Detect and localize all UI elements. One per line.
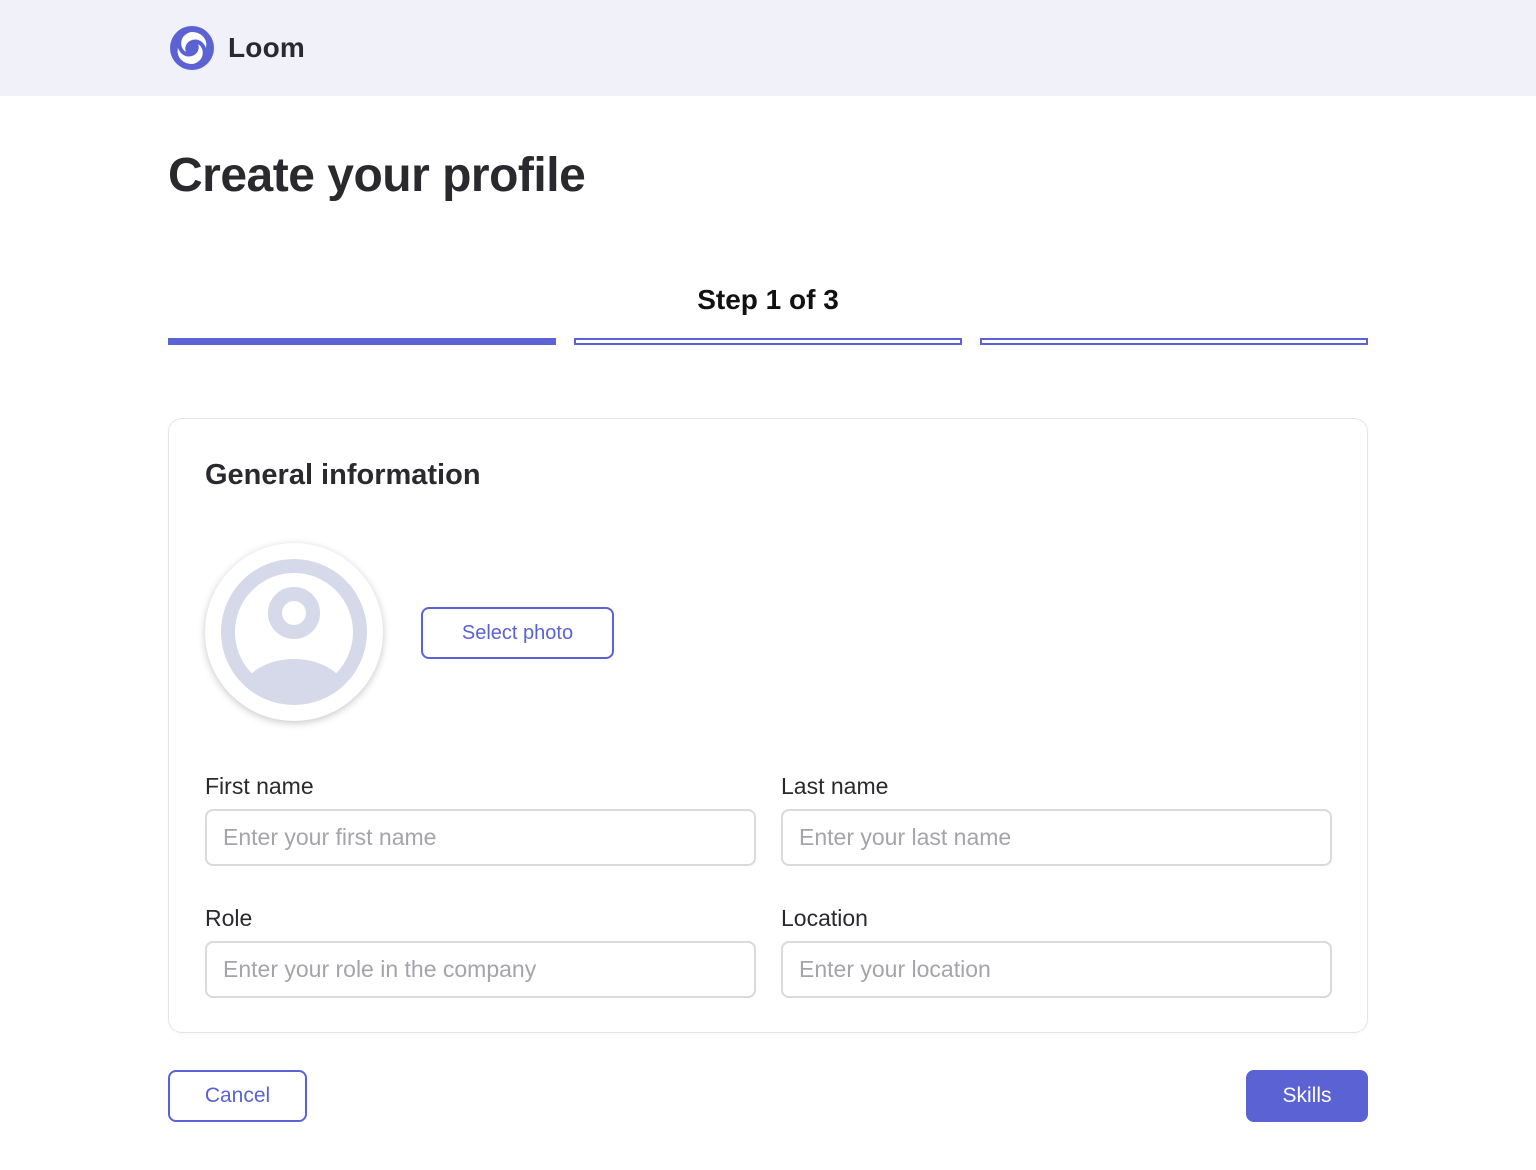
section-title: General information xyxy=(205,459,481,491)
next-skills-button[interactable]: Skills xyxy=(1246,1070,1368,1122)
first-name-label: First name xyxy=(205,773,314,799)
step-bar-3 xyxy=(980,338,1368,345)
user-avatar-placeholder-icon xyxy=(221,559,367,705)
first-name-field[interactable] xyxy=(205,809,756,866)
select-photo-button[interactable]: Select photo xyxy=(421,607,614,659)
step-bar-1 xyxy=(168,338,556,345)
role-field[interactable] xyxy=(205,941,756,998)
location-field[interactable] xyxy=(781,941,1332,998)
location-label: Location xyxy=(781,905,868,931)
avatar xyxy=(205,543,383,721)
brand-name: Loom xyxy=(228,32,306,63)
brand[interactable]: Loom xyxy=(168,24,305,72)
loom-swirl-icon xyxy=(170,26,214,70)
page-title: Create your profile xyxy=(168,149,586,202)
step-indicator-label: Step 1 of 3 xyxy=(697,284,839,315)
general-information-card: General information Select photo First n… xyxy=(168,418,1368,1033)
role-label: Role xyxy=(205,905,253,931)
last-name-label: Last name xyxy=(781,773,889,799)
step-bar-2 xyxy=(574,338,962,345)
last-name-field[interactable] xyxy=(781,809,1332,866)
top-bar: Loom xyxy=(0,0,1536,96)
cancel-button[interactable]: Cancel xyxy=(168,1070,307,1122)
